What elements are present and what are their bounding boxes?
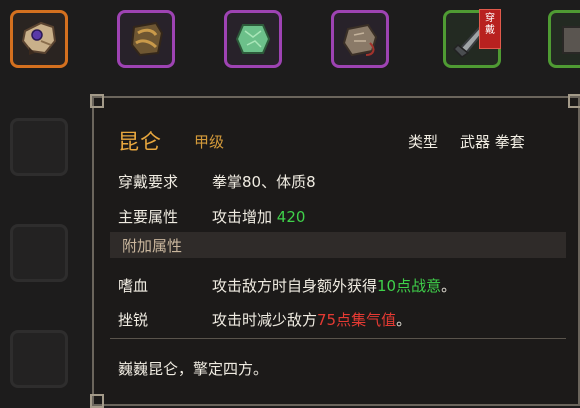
inventory-slot-empty[interactable] bbox=[10, 330, 68, 388]
item-tooltip: 昆仑 甲级 类型 武器 拳套 穿戴要求 拳掌80、体质8 主要属性 攻击增加 4… bbox=[90, 94, 580, 408]
equipped-badge: 穿戴 bbox=[479, 9, 501, 49]
wear-requirement-label: 穿戴要求 bbox=[118, 173, 179, 191]
glove-icon bbox=[21, 21, 57, 55]
armor-icon bbox=[130, 21, 164, 57]
jade-icon bbox=[235, 24, 271, 54]
main-attribute-row: 攻击增加 420 bbox=[212, 206, 305, 227]
inventory-slot-6[interactable] bbox=[548, 10, 580, 68]
tooltip-corner bbox=[568, 94, 580, 108]
wear-requirement-value: 拳掌80、体质8 bbox=[212, 173, 316, 191]
inventory-slot-5[interactable]: 穿戴 bbox=[443, 9, 501, 68]
inventory-slot-empty[interactable] bbox=[10, 118, 68, 176]
extra-attribute-1-text: 攻击敌方时自身额外获得 bbox=[212, 277, 378, 295]
extra-attributes-header-text: 附加属性 bbox=[122, 237, 183, 255]
type-label: 类型 bbox=[408, 133, 439, 151]
item-flavor-text: 巍巍昆仑，擎定四方。 bbox=[118, 360, 269, 378]
pouch-icon bbox=[342, 23, 378, 57]
partial-item-icon bbox=[562, 26, 580, 54]
main-attribute-label: 主要属性 bbox=[118, 208, 179, 226]
extra-attribute-2-name: 挫锐 bbox=[118, 311, 149, 329]
inventory-slot-4[interactable] bbox=[331, 10, 389, 68]
item-name: 昆仑 bbox=[118, 130, 162, 154]
item-grade: 甲级 bbox=[194, 133, 225, 151]
inventory-slot-2[interactable] bbox=[117, 10, 175, 68]
type-value: 武器 拳套 bbox=[460, 133, 525, 151]
extra-attribute-2-text: 攻击时减少敌方 bbox=[212, 311, 318, 329]
inventory-slot-empty[interactable] bbox=[10, 224, 68, 282]
main-attribute-value: 420 bbox=[276, 208, 306, 226]
extra-attribute-2-end: 。 bbox=[396, 311, 412, 329]
extra-attribute-1-desc: 攻击敌方时自身额外获得10点战意。 bbox=[212, 275, 456, 296]
tooltip-corner bbox=[90, 94, 104, 108]
inventory-slot-3[interactable] bbox=[224, 10, 282, 68]
equipped-badge-text: 穿戴 bbox=[485, 13, 495, 36]
extra-attribute-2-desc: 攻击时减少敌方75点集气值。 bbox=[212, 309, 411, 330]
inventory-slot-1[interactable] bbox=[10, 10, 68, 68]
extra-attribute-2-highlight: 75点集气值 bbox=[317, 311, 397, 329]
main-attribute-text: 攻击增加 bbox=[212, 208, 273, 226]
tooltip-divider bbox=[110, 338, 566, 339]
extra-attribute-1-highlight: 10点战意 bbox=[377, 277, 442, 295]
extra-attribute-1-end: 。 bbox=[441, 277, 457, 295]
extra-attributes-header: 附加属性 bbox=[110, 232, 566, 258]
extra-attribute-1-name: 嗜血 bbox=[118, 277, 149, 295]
